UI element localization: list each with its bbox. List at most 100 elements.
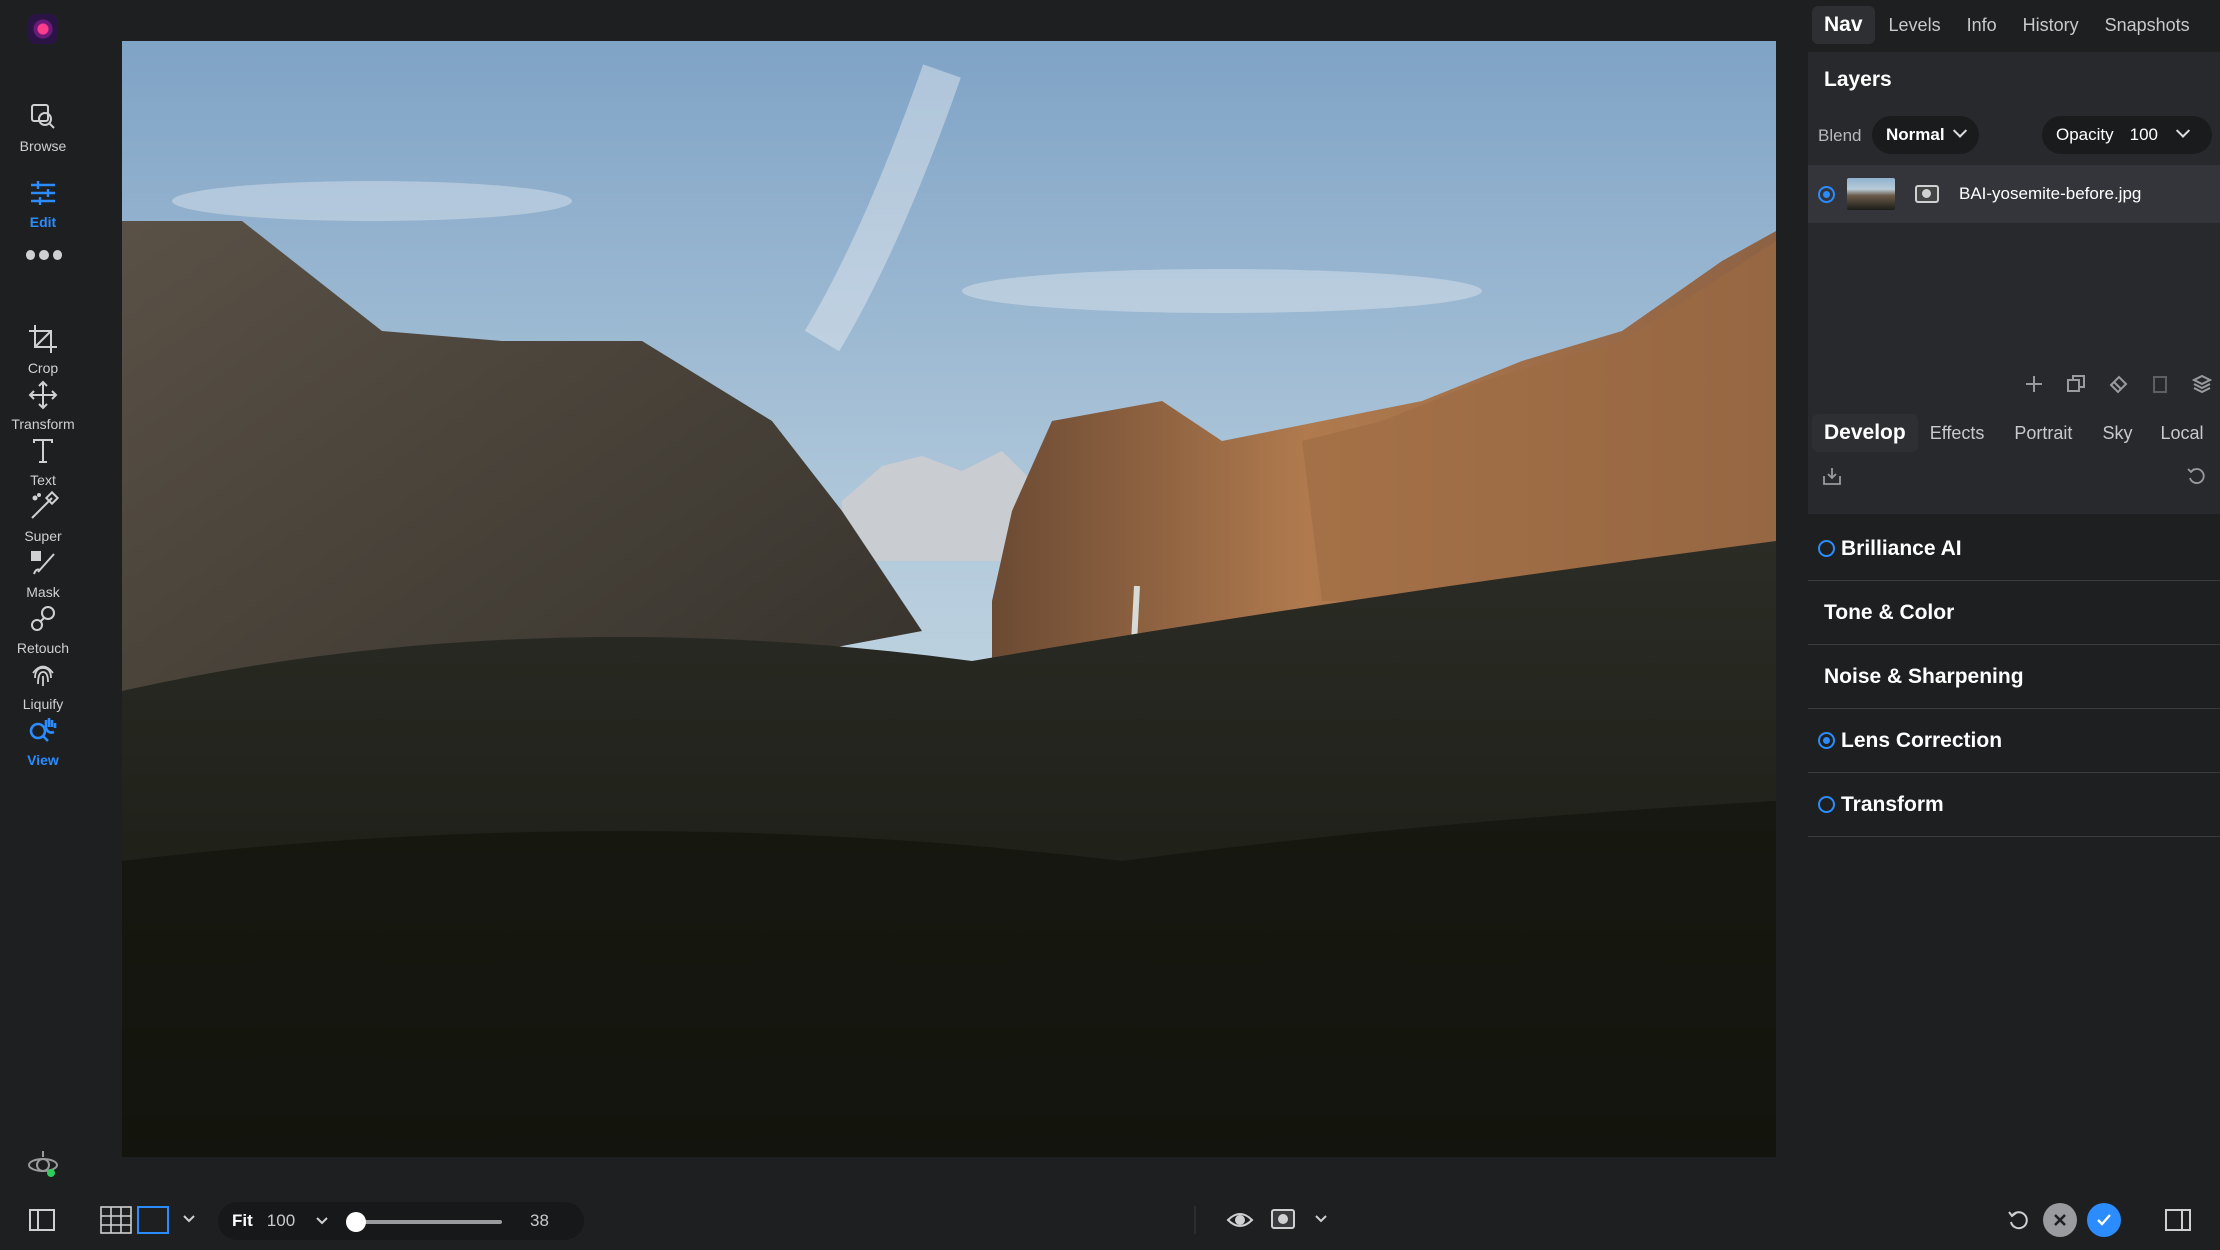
brush-icon <box>31 490 60 519</box>
tool-label: Transform <box>11 416 75 432</box>
browse-icon <box>31 104 55 129</box>
tab-develop[interactable]: Develop <box>1812 414 1918 452</box>
add-layer-icon[interactable] <box>2024 374 2044 394</box>
text-icon <box>33 439 53 463</box>
layer-name: BAI-yosemite-before.jpg <box>1959 184 2142 203</box>
close-icon <box>2054 1214 2066 1226</box>
tool-label: Crop <box>27 360 59 376</box>
opacity-value: 100 <box>2129 125 2159 144</box>
tool-label: View <box>27 752 59 768</box>
eye-preview-icon[interactable] <box>1226 1208 1254 1232</box>
tool-view[interactable]: View <box>0 714 86 768</box>
tool-label: Browse <box>19 138 67 154</box>
yosemite-photo <box>122 41 1776 1157</box>
layer-row[interactable]: BAI-yosemite-before.jpg <box>1808 165 2220 223</box>
tool-label: Mask <box>26 584 60 600</box>
zoom-hand-icon <box>29 718 57 742</box>
tool-label: Super <box>24 528 62 544</box>
top-tabs: Nav Levels Info History Snapshots <box>1812 6 2202 44</box>
develop-tabs: Develop Effects Portrait Sky Local <box>1812 414 2215 452</box>
zoom-slider-track[interactable] <box>356 1220 502 1224</box>
left-toolbar: Browse Edit Crop Transform Text Super Ma… <box>0 0 86 1250</box>
right-panel: Nav Levels Info History Snapshots Layers… <box>1808 0 2220 1250</box>
apply-button[interactable] <box>2087 1203 2121 1237</box>
zoom-slider-value: 38 <box>530 1211 549 1230</box>
single-view-icon[interactable] <box>137 1206 169 1234</box>
retouch-icon <box>31 606 55 631</box>
more-tools-icon[interactable] <box>26 248 62 262</box>
bottom-bar: Fit 100 38 <box>0 1190 2220 1250</box>
panel-lens-correction[interactable]: Lens Correction <box>1808 709 2220 773</box>
orbit-status-icon[interactable] <box>26 1148 60 1182</box>
panel-title: Noise & Sharpening <box>1824 664 2024 688</box>
opacity-select[interactable]: Opacity 100 <box>2042 116 2212 154</box>
grid-view-icon[interactable] <box>100 1206 132 1234</box>
panel-transform[interactable]: Transform <box>1808 773 2220 837</box>
tab-local[interactable]: Local <box>2148 416 2215 451</box>
cancel-button[interactable] <box>2043 1203 2077 1237</box>
layer-mask-icon[interactable] <box>1915 185 1939 203</box>
tab-nav[interactable]: Nav <box>1812 6 1875 44</box>
chevron-down-icon <box>1952 123 1967 138</box>
blend-mode-select[interactable]: Normal <box>1872 116 1979 154</box>
tab-sky[interactable]: Sky <box>2090 416 2144 451</box>
panel-title: Tone & Color <box>1824 600 1955 624</box>
tool-browse[interactable]: Browse <box>0 100 86 154</box>
zoom-controls: Fit 100 38 <box>218 1202 584 1240</box>
app-logo-icon[interactable] <box>28 14 58 44</box>
blend-label: Blend <box>1818 126 1862 145</box>
zoom-slider-handle[interactable] <box>346 1212 366 1232</box>
sliders-icon <box>31 181 55 205</box>
tab-effects[interactable]: Effects <box>1918 416 1997 451</box>
panel-toggle-radio[interactable] <box>1818 540 1835 557</box>
tool-mask[interactable]: Mask <box>0 546 86 600</box>
chevron-down-icon <box>2175 123 2191 138</box>
chevron-down-icon[interactable] <box>1314 1214 1328 1224</box>
tool-text[interactable]: Text <box>0 434 86 488</box>
photo-canvas[interactable] <box>122 41 1776 1157</box>
panel-title: Lens Correction <box>1841 728 2003 752</box>
divider <box>1194 1206 1196 1234</box>
develop-panel: Develop Effects Portrait Sky Local <box>1808 414 2220 514</box>
panel-brilliance-ai[interactable]: Brilliance AI <box>1808 517 2220 581</box>
layer-thumbnail <box>1847 178 1895 210</box>
duplicate-layer-icon[interactable] <box>2066 374 2086 394</box>
reset-icon[interactable] <box>2186 466 2206 486</box>
layers-panel: Layers Blend Normal Opacity 100 BAI-yose… <box>1808 52 2220 414</box>
mask-view-icon[interactable] <box>1270 1208 1296 1230</box>
panel-toggle-radio[interactable] <box>1818 732 1835 749</box>
delete-layer-icon[interactable] <box>2150 374 2170 394</box>
zoom-fit-button[interactable]: Fit <box>232 1211 253 1231</box>
panel-title: Brilliance AI <box>1841 536 1962 560</box>
import-preset-icon[interactable] <box>1822 466 1842 486</box>
panel-toggle-radio[interactable] <box>1818 796 1835 813</box>
crop-icon <box>29 325 57 353</box>
tab-snapshots[interactable]: Snapshots <box>2093 8 2202 43</box>
tool-super[interactable]: Super <box>0 490 86 544</box>
fingerprint-icon <box>32 665 54 686</box>
toggle-left-panel-icon[interactable] <box>28 1208 56 1232</box>
layers-stack-icon[interactable] <box>2192 374 2212 394</box>
chevron-down-icon[interactable] <box>182 1214 196 1224</box>
chevron-down-icon[interactable] <box>315 1216 329 1226</box>
tool-transform[interactable]: Transform <box>0 378 86 432</box>
blend-mode-value: Normal <box>1886 125 1945 144</box>
move-icon <box>28 380 58 410</box>
tab-levels[interactable]: Levels <box>1877 8 1953 43</box>
toggle-right-panel-icon[interactable] <box>2164 1208 2192 1232</box>
panel-noise-sharpening[interactable]: Noise & Sharpening <box>1808 645 2220 709</box>
tab-portrait[interactable]: Portrait <box>2002 416 2084 451</box>
tool-crop[interactable]: Crop <box>0 322 86 376</box>
panel-tone-color[interactable]: Tone & Color <box>1808 581 2220 645</box>
erase-layer-icon[interactable] <box>2108 374 2128 394</box>
tool-liquify[interactable]: Liquify <box>0 658 86 712</box>
tab-info[interactable]: Info <box>1955 8 2009 43</box>
layer-visibility-radio[interactable] <box>1818 185 1835 203</box>
tab-history[interactable]: History <box>2011 8 2091 43</box>
tool-retouch[interactable]: Retouch <box>0 602 86 656</box>
tool-label: Text <box>30 472 56 488</box>
opacity-label: Opacity <box>2056 125 2114 144</box>
zoom-value[interactable]: 100 <box>267 1211 295 1231</box>
undo-icon[interactable] <box>2006 1208 2030 1232</box>
tool-edit[interactable]: Edit <box>0 176 86 230</box>
